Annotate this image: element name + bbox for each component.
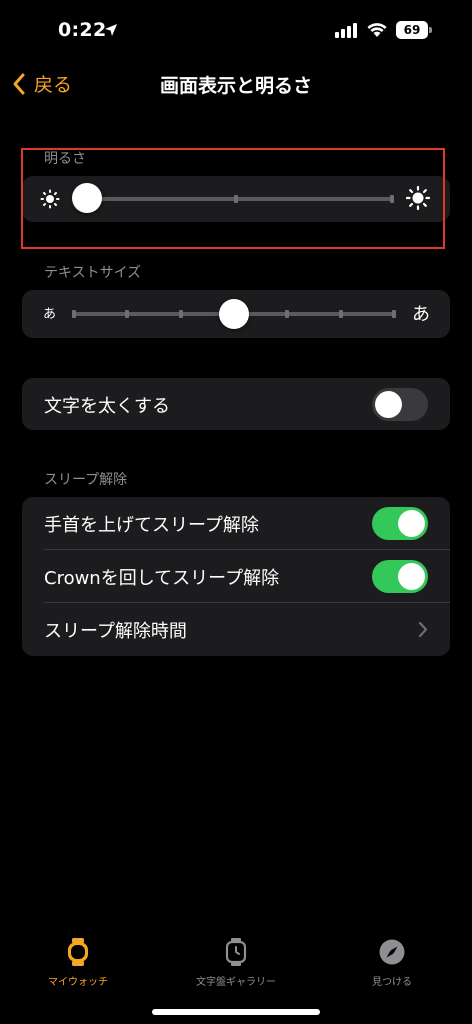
- battery-tip: [429, 27, 432, 33]
- bold-text-card: 文字を太くする: [22, 378, 450, 430]
- raise-wrist-label: 手首を上げてスリープ解除: [44, 515, 259, 536]
- text-size-slider-tick: [125, 310, 130, 318]
- text-size-slider-tick: [178, 310, 183, 318]
- bold-text-toggle[interactable]: [372, 388, 428, 421]
- wake-card: 手首を上げてスリープ解除 Crownを回してスリープ解除 スリープ解除時間: [22, 497, 450, 656]
- tab-label: マイウォッチ: [48, 977, 108, 988]
- battery-icon: 69: [396, 21, 428, 39]
- toggle-knob: [398, 510, 425, 537]
- tab-face-gallery[interactable]: 文字盤ギャラリー: [176, 935, 296, 988]
- chevron-right-icon: [418, 621, 428, 642]
- text-size-card: あ あ: [22, 290, 450, 338]
- wake-row-duration[interactable]: スリープ解除時間: [22, 603, 450, 656]
- text-size-slider-tick: [338, 310, 343, 318]
- crown-wake-label: Crownを回してスリープ解除: [44, 568, 280, 589]
- tab-my-watch[interactable]: マイウォッチ: [18, 935, 138, 988]
- text-size-slider-tick: [72, 310, 76, 318]
- text-size-label: テキストサイズ: [44, 265, 142, 281]
- text-size-slider-thumb[interactable]: [219, 299, 249, 329]
- wake-row-raise-wrist[interactable]: 手首を上げてスリープ解除: [22, 497, 450, 550]
- text-size-small-glyph: あ: [43, 307, 57, 322]
- text-size-slider-tick: [392, 310, 396, 318]
- toggle-knob: [398, 563, 425, 590]
- wake-duration-label: スリープ解除時間: [44, 621, 187, 642]
- navigation-bar: 戻る 画面表示と明るさ: [0, 64, 472, 104]
- wake-row-crown[interactable]: Crownを回してスリープ解除: [22, 550, 450, 603]
- tab-label: 文字盤ギャラリー: [196, 977, 276, 988]
- toggle-knob: [375, 391, 402, 418]
- raise-wrist-toggle[interactable]: [372, 507, 428, 540]
- status-bar: 0:22 69: [0, 0, 472, 64]
- watch-icon: [18, 935, 138, 969]
- bold-text-row: 文字を太くする: [22, 378, 450, 431]
- cellular-signal-icon: [335, 22, 359, 38]
- status-time: 0:22: [58, 19, 107, 41]
- page-title: 画面表示と明るさ: [159, 75, 312, 97]
- location-arrow-icon: [104, 22, 118, 41]
- wifi-icon: [366, 21, 388, 42]
- watch-face-icon: [176, 935, 296, 969]
- tab-discover[interactable]: 見つける: [332, 935, 452, 988]
- highlight-box: [21, 148, 445, 249]
- home-indicator: [152, 1009, 320, 1015]
- wake-section-label: スリープ解除: [44, 472, 128, 488]
- text-size-slider-tick: [285, 310, 290, 318]
- text-size-large-glyph: あ: [412, 304, 430, 325]
- bold-text-label: 文字を太くする: [44, 396, 170, 417]
- tab-label: 見つける: [372, 977, 412, 988]
- compass-icon: [332, 935, 452, 969]
- crown-wake-toggle[interactable]: [372, 560, 428, 593]
